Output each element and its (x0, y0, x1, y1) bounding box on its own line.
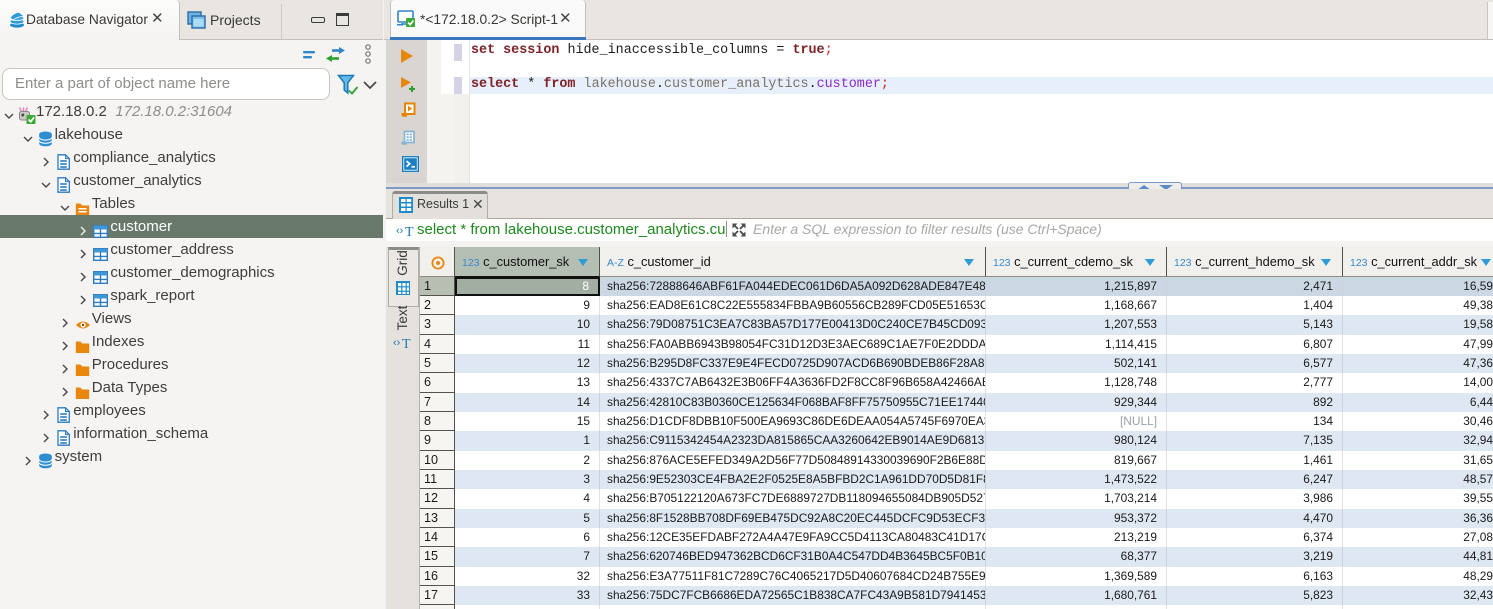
svg-text:T: T (402, 337, 411, 350)
svg-text:‹›: ‹› (393, 337, 401, 349)
svg-text:T: T (405, 225, 414, 238)
svg-text:‹›: ‹› (396, 225, 404, 237)
